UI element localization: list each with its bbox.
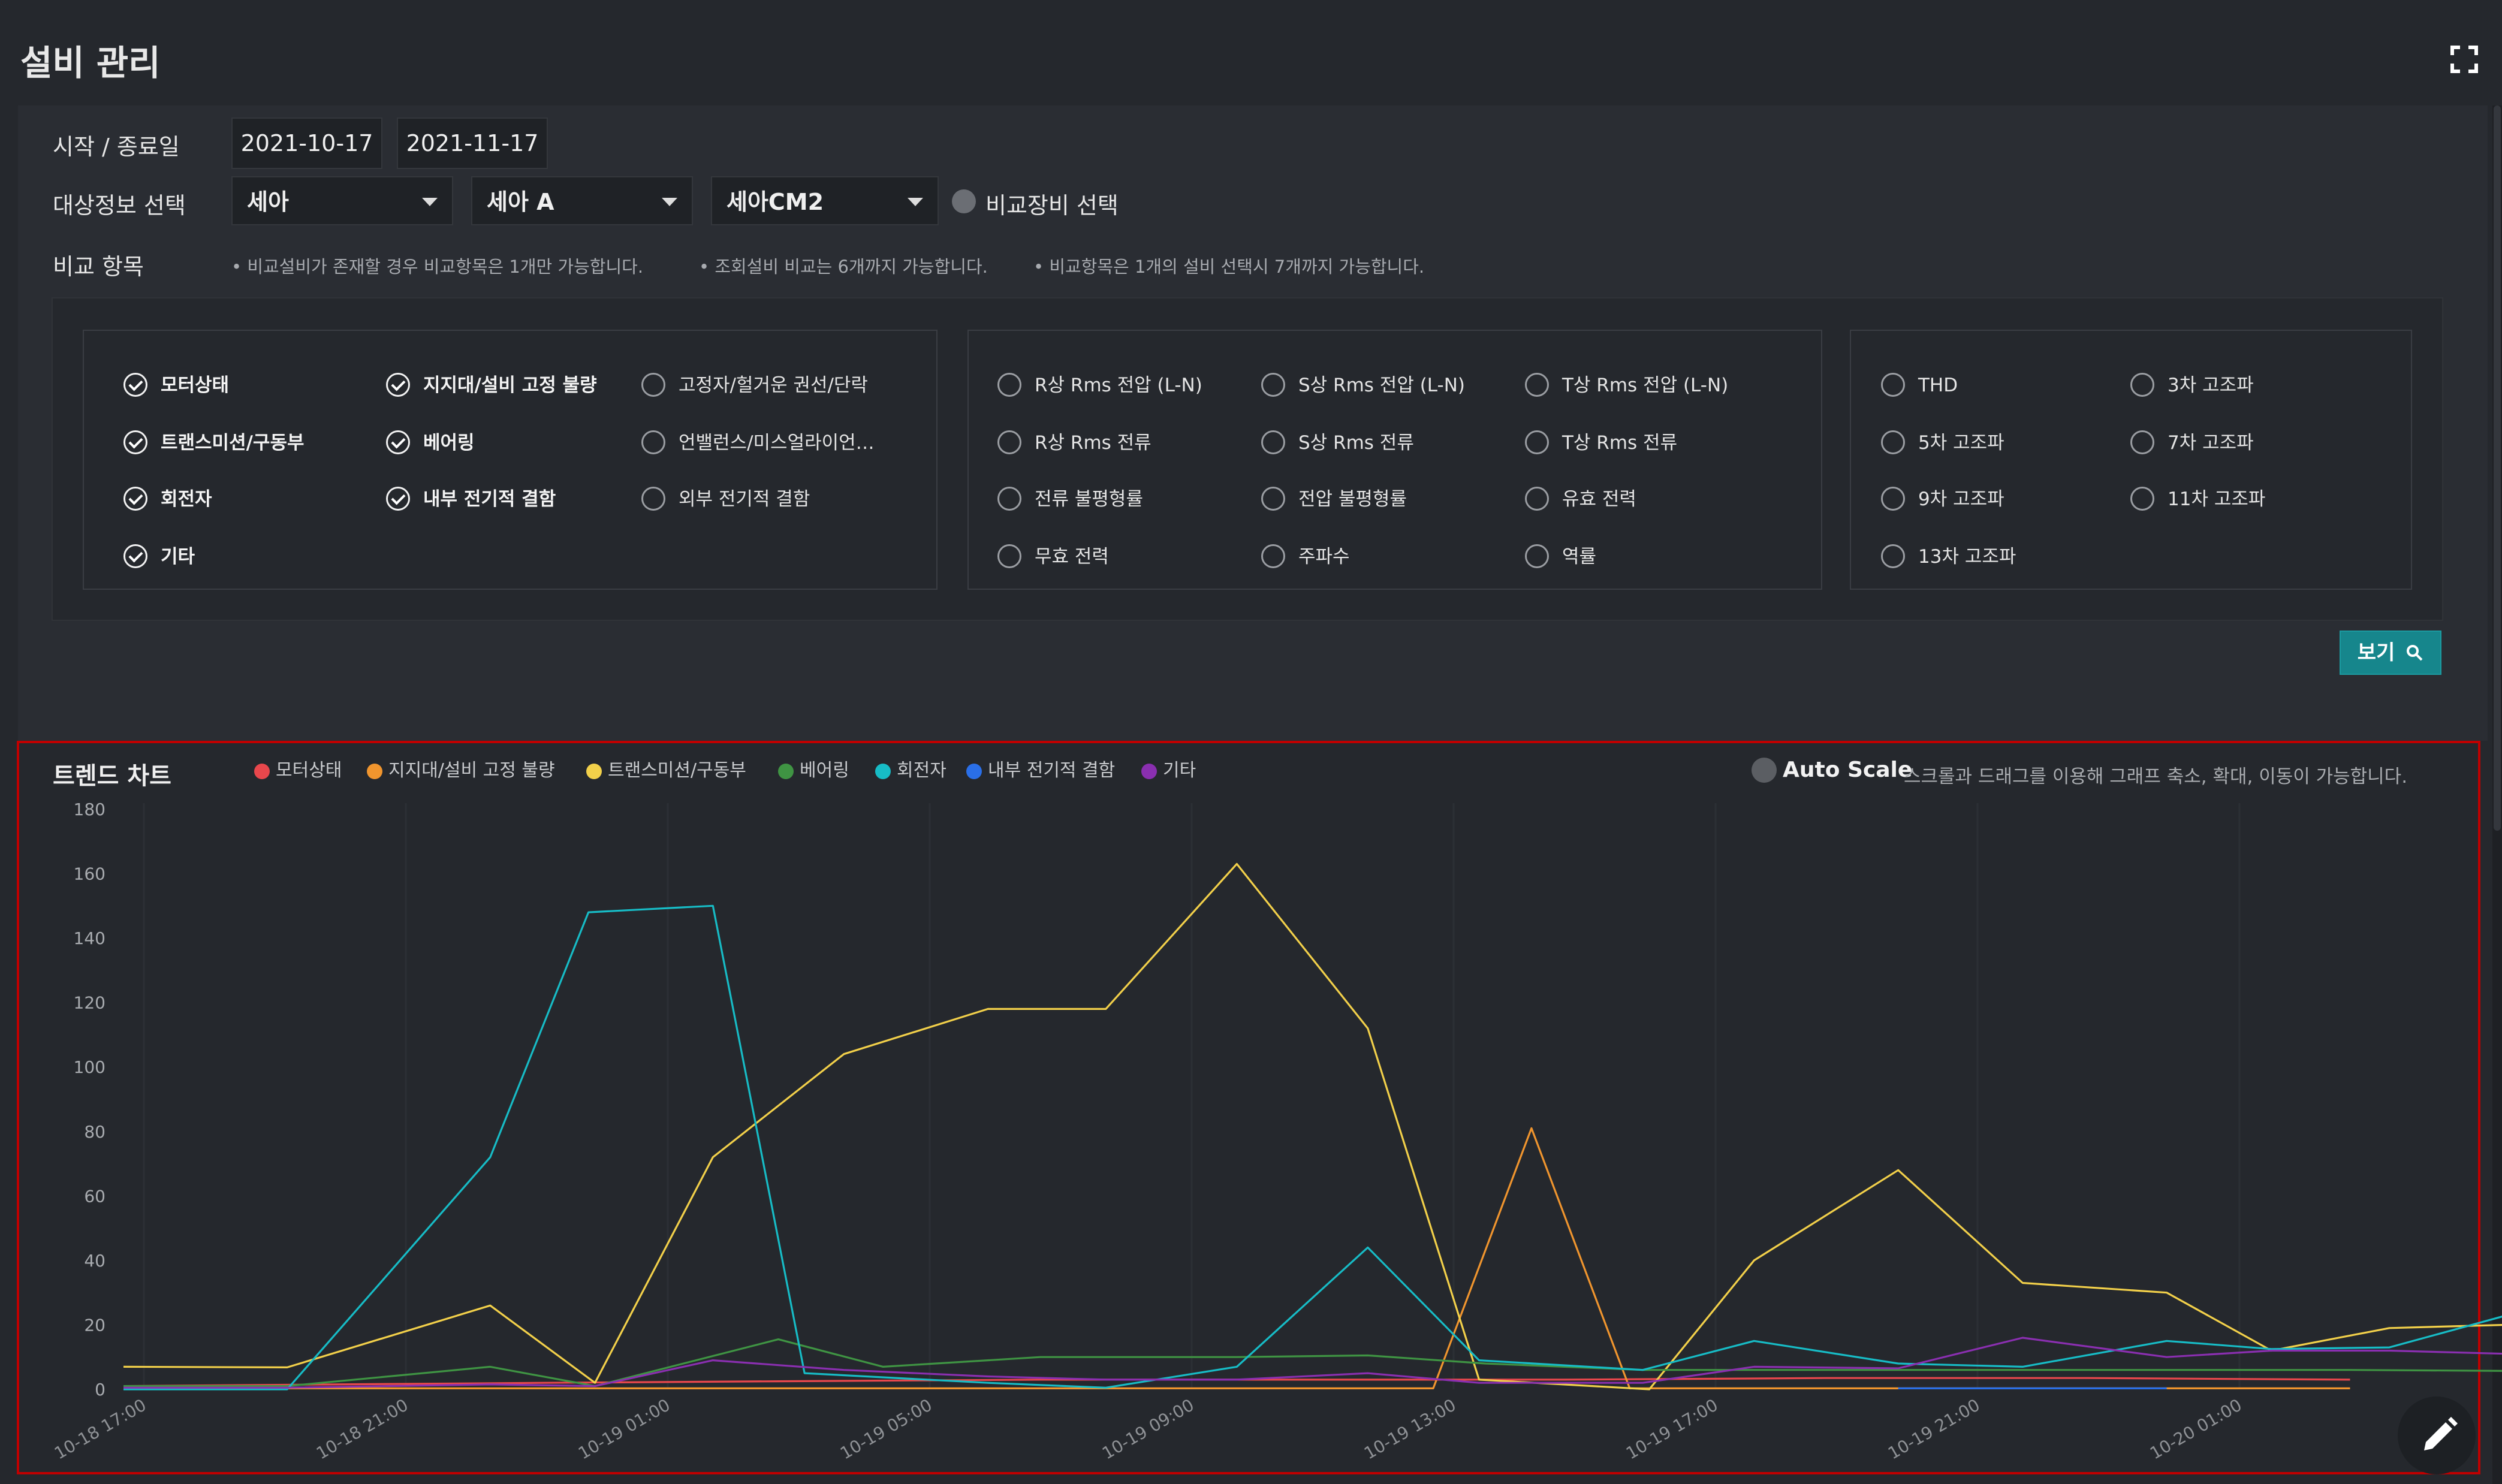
x-tick-label: 10-19 13:00 — [1361, 1395, 1460, 1463]
series-line — [123, 862, 2502, 1391]
edit-fab[interactable] — [2398, 1396, 2476, 1474]
trend-chart[interactable]: 0 20 40 60 80 100 120 140 160 180 10-18 17:00 10-18… — [0, 0, 2502, 1483]
y-tick-label: 160 — [74, 864, 105, 884]
y-tick-label: 100 — [74, 1057, 105, 1077]
y-tick-label: 120 — [74, 993, 105, 1013]
x-tick-label: 10-18 17:00 — [51, 1395, 150, 1463]
x-tick-label: 10-19 09:00 — [1099, 1395, 1198, 1463]
series-line — [123, 904, 2502, 1391]
x-tick-label: 10-19 01:00 — [575, 1395, 674, 1463]
x-tick-label: 10-20 01:00 — [2147, 1395, 2245, 1463]
y-tick-label: 40 — [84, 1251, 105, 1271]
y-tick-label: 20 — [84, 1315, 105, 1335]
pencil-icon — [2424, 1417, 2458, 1450]
y-tick-label: 0 — [95, 1380, 105, 1399]
x-tick-label: 10-19 05:00 — [837, 1395, 936, 1463]
x-tick-label: 10-19 17:00 — [1623, 1395, 1722, 1463]
y-tick-label: 180 — [74, 800, 105, 819]
series-line — [123, 1127, 2350, 1389]
y-tick-label: 140 — [74, 928, 105, 948]
x-tick-label: 10-18 21:00 — [313, 1395, 412, 1463]
y-tick-label: 60 — [84, 1186, 105, 1206]
y-tick-label: 80 — [84, 1122, 105, 1142]
x-tick-label: 10-19 21:00 — [1885, 1395, 1983, 1463]
